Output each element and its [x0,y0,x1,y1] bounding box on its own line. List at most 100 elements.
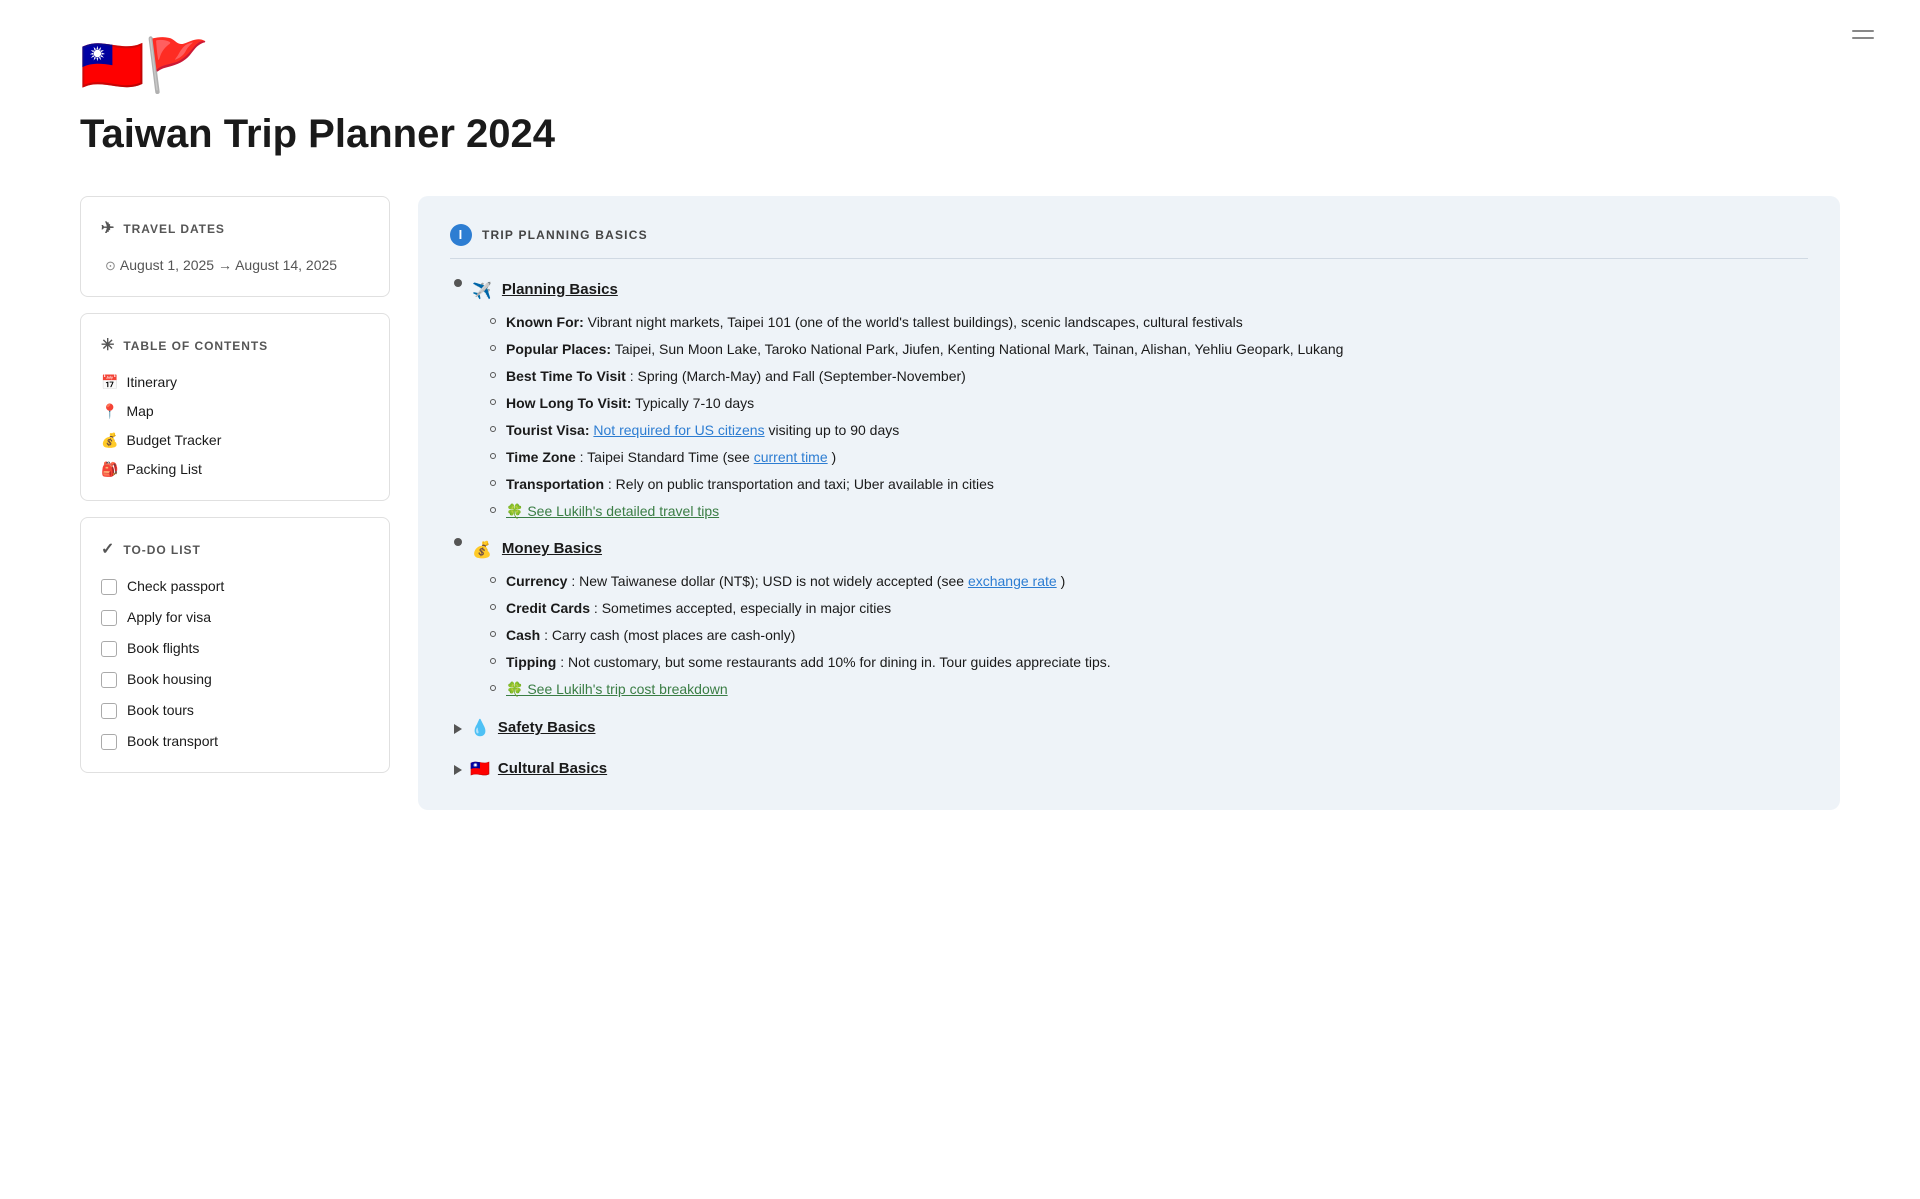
tourist-visa-text: Tourist Visa: Not required for US citize… [506,420,1808,441]
toc-box: ✳ TABLE OF CONTENTS 📅 Itinerary 📍 Map 💰 … [80,313,390,501]
sub-lukilh-link: 🍀 See Lukilh's detailed travel tips [490,501,1808,522]
money-basics-item: 💰 Money Basics Currency : New Taiwanese … [450,538,1808,700]
sub-bullet-6 [490,453,496,459]
money-basics-row: 💰 Money Basics [450,538,1808,563]
sub-bullet-m1 [490,577,496,583]
menu-button[interactable] [1846,24,1880,45]
money-sub-list: Currency : New Taiwanese dollar (NT$); U… [450,571,1808,700]
money-emoji: 💰 [472,539,492,563]
planning-basics-title[interactable]: Planning Basics [502,279,618,302]
time-zone-label: Time Zone [506,449,576,465]
checkbox-flights[interactable] [101,641,117,657]
how-long-label: How Long To Visit: [506,395,631,411]
money-basics-title[interactable]: Money Basics [502,538,602,561]
checkbox-visa[interactable] [101,610,117,626]
how-long-text: How Long To Visit: Typically 7-10 days [506,393,1808,414]
checkbox-transport[interactable] [101,734,117,750]
todo-item-transport[interactable]: Book transport [101,731,369,752]
top-level-list: ✈️ Planning Basics Known For: Vibrant ni… [450,279,1808,782]
safety-basics-title[interactable]: Safety Basics [498,717,596,740]
menu-line-2 [1852,37,1874,39]
checkbox-tours[interactable] [101,703,117,719]
travel-dates-value: ⊙ August 1, 2025 → August 14, 2025 [101,255,369,276]
page-container: 🇹🇼🚩 Taiwan Trip Planner 2024 ✈ TRAVEL DA… [0,0,1920,1199]
best-time-label: Best Time To Visit [506,368,626,384]
sub-popular-places: Popular Places: Taipei, Sun Moon Lake, T… [490,339,1808,360]
todo-item-housing[interactable]: Book housing [101,669,369,690]
checkbox-housing[interactable] [101,672,117,688]
safety-chevron-icon [454,724,462,734]
safety-basics-item: 💧 Safety Basics [450,716,1808,741]
toc-item-map[interactable]: 📍 Map [101,401,369,422]
exchange-rate-link[interactable]: exchange rate [968,573,1057,589]
travel-dates-title: ✈ TRAVEL DATES [101,217,369,241]
flag-emoji: 🇹🇼🚩 [80,40,1840,92]
todo-box: ✓ TO-DO LIST Check passport Apply for vi… [80,517,390,773]
sub-known-for: Known For: Vibrant night markets, Taipei… [490,312,1808,333]
current-time-link[interactable]: current time [754,449,828,465]
best-time-text: Best Time To Visit : Spring (March-May) … [506,366,1808,387]
sub-bullet-2 [490,345,496,351]
page-header: 🇹🇼🚩 Taiwan Trip Planner 2024 [80,40,1840,164]
time-zone-text: Time Zone : Taipei Standard Time (see cu… [506,447,1808,468]
todo-title: ✓ TO-DO LIST [101,538,369,562]
transportation-label: Transportation [506,476,604,492]
sub-bullet-8 [490,507,496,513]
sub-time-zone: Time Zone : Taipei Standard Time (see cu… [490,447,1808,468]
sub-best-time: Best Time To Visit : Spring (March-May) … [490,366,1808,387]
sub-cost-breakdown-link: 🍀 See Lukilh's trip cost breakdown [490,679,1808,700]
cost-breakdown-link-text: 🍀 See Lukilh's trip cost breakdown [506,679,1808,700]
toc-emoji-itinerary: 📅 [101,372,118,393]
credit-cards-text: Credit Cards : Sometimes accepted, espec… [506,598,1808,619]
planning-basics-row: ✈️ Planning Basics [450,279,1808,304]
lukilh-travel-tips-link[interactable]: 🍀 See Lukilh's detailed travel tips [506,503,719,519]
popular-places-label: Popular Places: [506,341,611,357]
todo-item-flights[interactable]: Book flights [101,638,369,659]
sub-credit-cards: Credit Cards : Sometimes accepted, espec… [490,598,1808,619]
toc-list: 📅 Itinerary 📍 Map 💰 Budget Tracker 🎒 Pac… [101,372,369,480]
toc-emoji-budget: 💰 [101,430,118,451]
sub-tourist-visa: Tourist Visa: Not required for US citize… [490,420,1808,441]
todo-item-tours[interactable]: Book tours [101,700,369,721]
sub-cash: Cash : Carry cash (most places are cash-… [490,625,1808,646]
main-content: ✈ TRAVEL DATES ⊙ August 1, 2025 → August… [80,196,1840,810]
sub-bullet-m3 [490,631,496,637]
cultural-basics-item: 🇹🇼 Cultural Basics [450,757,1808,782]
travel-dates-box: ✈ TRAVEL DATES ⊙ August 1, 2025 → August… [80,196,390,297]
currency-text: Currency : New Taiwanese dollar (NT$); U… [506,571,1808,592]
safety-basics-expandable[interactable]: 💧 Safety Basics [450,716,1808,741]
cultural-chevron-icon [454,765,462,775]
toc-item-budget[interactable]: 💰 Budget Tracker [101,430,369,451]
tipping-label: Tipping [506,654,556,670]
currency-label: Currency [506,573,567,589]
sub-currency: Currency : New Taiwanese dollar (NT$); U… [490,571,1808,592]
cultural-basics-expandable[interactable]: 🇹🇼 Cultural Basics [450,757,1808,782]
left-panel: ✈ TRAVEL DATES ⊙ August 1, 2025 → August… [80,196,390,773]
calendar-icon: ⊙ [105,256,116,276]
sub-bullet-7 [490,480,496,486]
cultural-basics-title[interactable]: Cultural Basics [498,758,607,781]
sub-bullet-1 [490,318,496,324]
todo-icon: ✓ [101,538,115,562]
sub-how-long: How Long To Visit: Typically 7-10 days [490,393,1808,414]
page-title: Taiwan Trip Planner 2024 [80,104,1840,164]
todo-item-visa[interactable]: Apply for visa [101,607,369,628]
todo-item-passport[interactable]: Check passport [101,576,369,597]
cost-breakdown-link[interactable]: 🍀 See Lukilh's trip cost breakdown [506,681,728,697]
info-icon: i [450,224,472,246]
safety-emoji: 💧 [470,717,490,741]
sub-bullet-m4 [490,658,496,664]
cash-label: Cash [506,627,540,643]
right-panel: i TRIP PLANNING BASICS ✈️ Planning Basic… [418,196,1840,810]
sub-bullet-m5 [490,685,496,691]
planning-sub-list: Known For: Vibrant night markets, Taipei… [450,312,1808,522]
cash-text: Cash : Carry cash (most places are cash-… [506,625,1808,646]
known-for-label: Known For: [506,314,584,330]
sub-bullet-4 [490,399,496,405]
tourist-visa-label: Tourist Visa: [506,422,590,438]
toc-item-itinerary[interactable]: 📅 Itinerary [101,372,369,393]
visa-link[interactable]: Not required for US citizens [593,422,764,438]
checkbox-passport[interactable] [101,579,117,595]
travel-icon: ✈ [101,217,115,241]
toc-item-packing[interactable]: 🎒 Packing List [101,459,369,480]
